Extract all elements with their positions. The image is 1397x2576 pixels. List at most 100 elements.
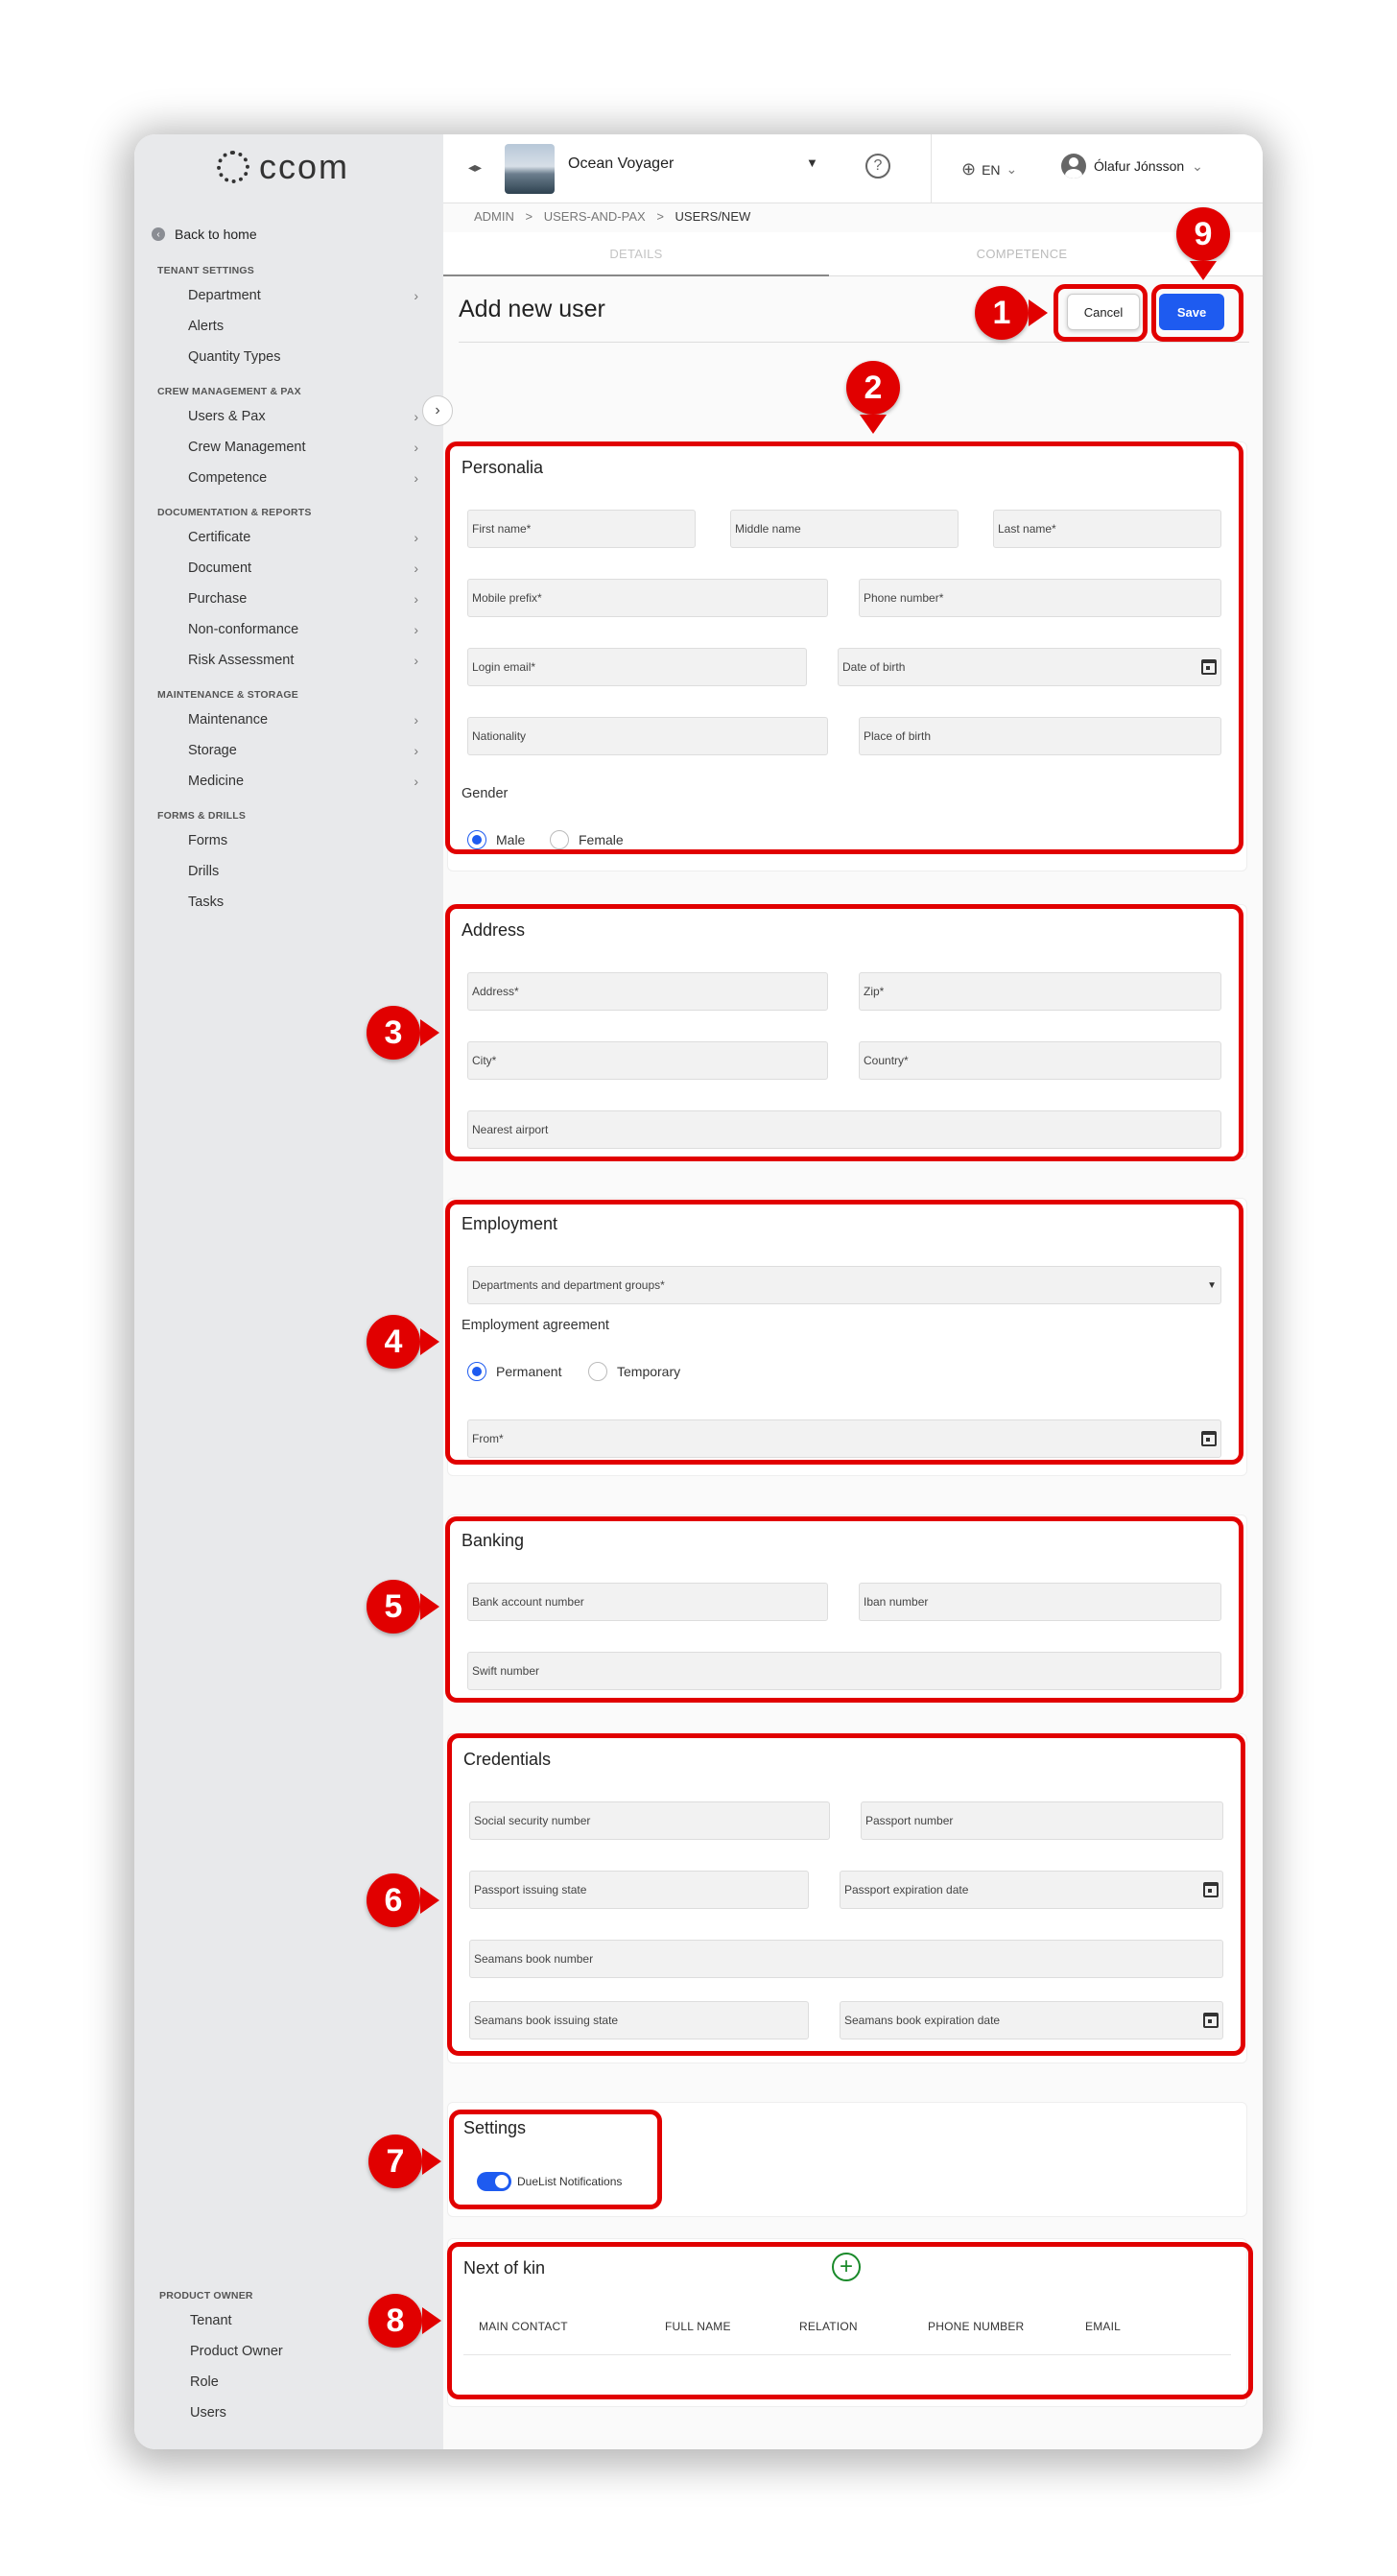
user-name: Ólafur Jónsson <box>1094 158 1185 174</box>
logo-mark-icon <box>217 151 249 183</box>
sidebar-item-non-conformance[interactable]: Non-conformance › <box>188 622 418 637</box>
language-label: EN <box>982 161 1001 178</box>
sidebar-item-users-pax[interactable]: Users & Pax › <box>188 409 418 424</box>
annotation-arrow <box>1029 299 1048 326</box>
highlight-address <box>445 904 1243 1161</box>
tab-details[interactable]: DETAILS <box>443 232 829 276</box>
section-product-owner: PRODUCT OWNER <box>159 2290 253 2302</box>
sidebar-item-label: Alerts <box>188 319 225 334</box>
annotation-badge-8: 8 <box>368 2294 422 2348</box>
annotation-badge-7: 7 <box>368 2135 422 2188</box>
logo-text: ccom <box>259 147 350 186</box>
sidebar-item-label: Forms <box>188 833 228 848</box>
highlight-cancel <box>1054 284 1148 342</box>
collapse-icon[interactable]: ◂▸ <box>468 159 482 176</box>
vessel-thumbnail <box>505 144 555 194</box>
avatar-icon <box>1061 154 1086 179</box>
annotation-badge-1: 1 <box>975 286 1029 340</box>
globe-icon: ⊕ <box>961 159 977 179</box>
chevron-down-icon: ⌄ <box>1006 161 1018 177</box>
sidebar-item-label: Quantity Types <box>188 349 281 365</box>
language-selector[interactable]: ⊕ EN ⌄ <box>961 159 1017 179</box>
breadcrumb-separator: > <box>656 209 664 224</box>
sidebar-item-purchase[interactable]: Purchase › <box>188 591 418 607</box>
annotation-arrow <box>860 415 887 434</box>
sidebar-item-medicine[interactable]: Medicine › <box>188 774 418 789</box>
annotation-badge-5: 5 <box>367 1580 420 1634</box>
page-title: Add new user <box>459 296 605 322</box>
highlight-credentials <box>447 1733 1245 2056</box>
chevron-right-icon: › <box>414 530 418 545</box>
section-maintenance-storage: MAINTENANCE & STORAGE <box>157 689 298 701</box>
sidebar-item-department[interactable]: Department › <box>188 288 418 303</box>
sidebar-item-storage[interactable]: Storage › <box>188 743 418 758</box>
breadcrumb-separator: > <box>525 209 533 224</box>
sidebar-item-drills[interactable]: Drills <box>188 864 418 879</box>
breadcrumb: ADMIN > USERS-AND-PAX > USERS/NEW <box>474 209 750 224</box>
sidebar: ccom ‹ Back to home TENANT SETTINGS Depa… <box>134 134 443 2449</box>
chevron-right-icon: › <box>414 561 418 576</box>
sidebar-item-label: Drills <box>188 864 220 879</box>
sidebar-item-risk-assessment[interactable]: Risk Assessment › <box>188 653 418 668</box>
divider <box>931 134 932 203</box>
caret-down-icon[interactable]: ▼ <box>806 155 818 170</box>
help-icon[interactable]: ? <box>865 154 890 179</box>
section-crew-management: CREW MANAGEMENT & PAX <box>157 386 301 397</box>
sidebar-item-quantity-types[interactable]: Quantity Types <box>188 349 418 365</box>
chevron-right-icon: › <box>414 622 418 637</box>
sidebar-item-certificate[interactable]: Certificate › <box>188 530 418 545</box>
sidebar-item-label: Medicine <box>188 774 245 789</box>
sidebar-item-maintenance[interactable]: Maintenance › <box>188 712 418 727</box>
annotation-arrow <box>420 1328 439 1355</box>
sidebar-item-users[interactable]: Users <box>190 2405 420 2421</box>
breadcrumb-current: USERS/NEW <box>675 209 751 224</box>
chevron-right-icon: › <box>414 743 418 758</box>
sidebar-item-tasks[interactable]: Tasks <box>188 894 418 910</box>
back-to-home-link[interactable]: ‹ Back to home <box>152 227 257 242</box>
sidebar-item-forms[interactable]: Forms <box>188 833 418 848</box>
sidebar-item-label: Certificate <box>188 530 251 545</box>
sidebar-item-label: Tenant <box>190 2313 232 2328</box>
chevron-right-icon: › <box>414 440 418 455</box>
user-menu[interactable]: Ólafur Jónsson ⌄ <box>1061 154 1203 179</box>
highlight-settings <box>449 2110 662 2209</box>
annotation-arrow <box>420 1887 439 1914</box>
annotation-badge-2: 2 <box>846 361 900 415</box>
top-bar: ◂▸ Ocean Voyager ▼ ? ⊕ EN ⌄ Ólafur Jónss… <box>443 134 1263 203</box>
annotation-badge-6: 6 <box>367 1873 420 1927</box>
annotation-arrow <box>422 2148 441 2175</box>
sidebar-toggle-button[interactable]: › <box>422 395 453 426</box>
chevron-right-icon: › <box>414 409 418 424</box>
back-to-home-label: Back to home <box>175 227 257 242</box>
sidebar-item-document[interactable]: Document › <box>188 561 418 576</box>
sidebar-item-label: Product Owner <box>190 2344 283 2359</box>
vessel-selector[interactable]: Ocean Voyager <box>568 155 674 173</box>
sidebar-item-label: Maintenance <box>188 712 269 727</box>
sidebar-item-crew-management[interactable]: Crew Management › <box>188 440 418 455</box>
chevron-right-icon: › <box>414 288 418 303</box>
sidebar-item-role[interactable]: Role <box>190 2374 420 2390</box>
back-arrow-icon: ‹ <box>152 227 165 241</box>
annotation-arrow <box>420 1593 439 1620</box>
chevron-down-icon: ⌄ <box>1192 157 1203 174</box>
chevron-right-icon: › <box>414 774 418 789</box>
sidebar-item-label: Purchase <box>188 591 248 607</box>
sidebar-item-label: Non-conformance <box>188 622 299 637</box>
sidebar-item-competence[interactable]: Competence › <box>188 470 418 486</box>
chevron-right-icon: › <box>414 470 418 486</box>
logo[interactable]: ccom <box>217 146 349 188</box>
annotation-arrow <box>420 1019 439 1046</box>
sidebar-item-label: Users & Pax <box>188 409 266 424</box>
breadcrumb-users-and-pax[interactable]: USERS-AND-PAX <box>544 209 646 224</box>
sidebar-item-label: Tasks <box>188 894 225 910</box>
section-forms-drills: FORMS & DRILLS <box>157 810 247 822</box>
sidebar-item-alerts[interactable]: Alerts <box>188 319 418 334</box>
chevron-right-icon: › <box>414 653 418 668</box>
tab-competence[interactable]: COMPETENCE <box>829 232 1215 276</box>
sidebar-item-label: Document <box>188 561 252 576</box>
chevron-right-icon: › <box>414 591 418 607</box>
tab-bar: DETAILS COMPETENCE <box>443 232 1263 276</box>
breadcrumb-admin[interactable]: ADMIN <box>474 209 514 224</box>
annotation-arrow <box>422 2307 441 2334</box>
annotation-arrow <box>1190 261 1217 280</box>
